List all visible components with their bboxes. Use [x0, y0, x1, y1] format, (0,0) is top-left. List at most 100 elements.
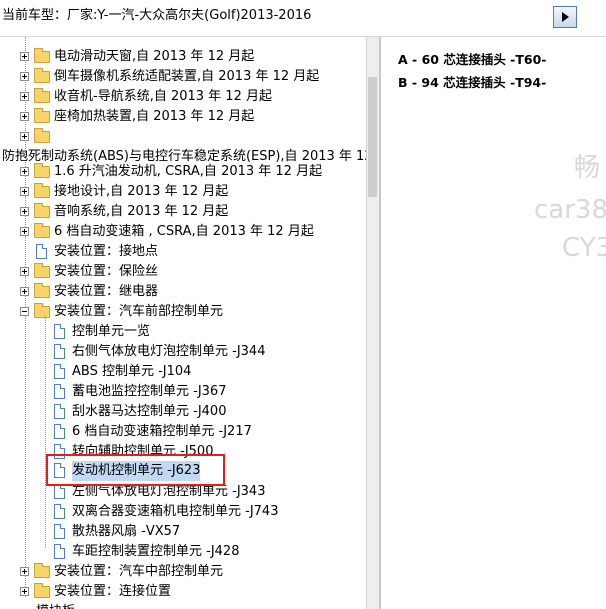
- tree-document-node[interactable]: 双离合器变速箱机电控制单元 -J743: [0, 502, 366, 522]
- expand-plus-icon[interactable]: [20, 227, 29, 236]
- expand-plus-icon[interactable]: [20, 587, 29, 596]
- play-arrow-icon: [562, 12, 569, 22]
- tree-document-node[interactable]: 散热器风扇 -VX57: [0, 522, 366, 542]
- tree-node-label: 刮水器马达控制单元 -J400: [72, 404, 227, 419]
- tree-node-label: 安装位置：接地点: [54, 244, 159, 259]
- folder-icon: [34, 263, 50, 278]
- folder-icon: [34, 88, 50, 103]
- folder-icon: [34, 128, 50, 143]
- connector-a-label: A - 60 芯连接插头 -T60-: [398, 52, 547, 67]
- folder-icon: [34, 48, 50, 63]
- tree-folder-node[interactable]: 音响系统,自 2013 年 12 月起: [0, 202, 366, 222]
- tree-node-label: ABS 控制单元 -J104: [72, 364, 192, 379]
- tree-folder-node[interactable]: 6 档自动变速箱 , CSRA,自 2013 年 12 月起: [0, 222, 366, 242]
- navigation-tree[interactable]: 电动滑动天窗,自 2013 年 12 月起倒车摄像机系统适配装置,自 2013 …: [0, 37, 366, 609]
- tree-node-label: 散热器风扇 -VX57: [72, 524, 181, 539]
- tree-scrollbar[interactable]: [366, 37, 379, 609]
- folder-icon: [34, 108, 50, 123]
- tree-node-label: 控制单元一览: [72, 324, 151, 339]
- tree-folder-node[interactable]: 座椅加热装置,自 2013 年 12 月起: [0, 107, 366, 127]
- tree-folder-node[interactable]: [0, 127, 366, 147]
- tree-node-label: 收音机-导航系统,自 2013 年 12 月起: [54, 89, 272, 104]
- connector-b-label: B - 94 芯连接插头 -T94-: [398, 75, 547, 90]
- tree-folder-node[interactable]: 安装位置：继电器: [0, 282, 366, 302]
- tree-document-node[interactable]: 控制单元一览: [0, 322, 366, 342]
- tree-node-label: 右侧气体放电灯泡控制单元 -J344: [72, 344, 266, 359]
- document-icon: [54, 384, 65, 399]
- expand-plus-icon[interactable]: [20, 287, 29, 296]
- expand-plus-icon[interactable]: [20, 207, 29, 216]
- tree-folder-node[interactable]: 1.6 升汽油发动机, CSRA,自 2013 年 12 月起: [0, 162, 366, 182]
- tree-node-label: 安装位置：连接位置: [54, 584, 172, 599]
- tree-folder-node[interactable]: 接地设计,自 2013 年 12 月起: [0, 182, 366, 202]
- tree-document-node[interactable]: 车距控制装置控制单元 -J428: [0, 542, 366, 562]
- tree-node-label: 安装位置：汽车中部控制单元: [54, 564, 224, 579]
- tree-document-node[interactable]: 右侧气体放电灯泡控制单元 -J344: [0, 342, 366, 362]
- tree-node-label: 接地设计,自 2013 年 12 月起: [54, 184, 229, 199]
- expand-plus-icon[interactable]: [20, 72, 29, 81]
- expand-plus-icon[interactable]: [20, 267, 29, 276]
- tree-document-node[interactable]: 6 档自动变速箱控制单元 -J217: [0, 422, 366, 442]
- document-icon: [54, 324, 65, 339]
- document-icon: [54, 544, 65, 559]
- watermark-text-3: CY3: [562, 233, 606, 263]
- vehicle-info: 当前车型：厂家:Y-一汽-大众高尔夫(Golf)2013-2016: [2, 4, 311, 23]
- folder-icon: [34, 303, 50, 318]
- tree-node-label: 电动滑动天窗,自 2013 年 12 月起: [54, 49, 255, 64]
- folder-icon: [34, 283, 50, 298]
- tree-node-label: 音响系统,自 2013 年 12 月起: [54, 204, 229, 219]
- tree-node-label: 车距控制装置控制单元 -J428: [72, 544, 240, 559]
- tree-node-label: 6 档自动变速箱 , CSRA,自 2013 年 12 月起: [54, 224, 314, 239]
- tree-node-label: 1.6 升汽油发动机, CSRA,自 2013 年 12 月起: [54, 164, 323, 179]
- folder-icon: [34, 563, 50, 578]
- detail-pane: A - 60 芯连接插头 -T60- B - 94 芯连接插头 -T94- 畅 …: [382, 37, 606, 609]
- tree-node-label: 双离合器变速箱机电控制单元 -J743: [72, 504, 279, 519]
- expand-plus-icon[interactable]: [20, 92, 29, 101]
- tree-node-label: 安装位置：保险丝: [54, 264, 159, 279]
- watermark-text-1: 畅: [574, 153, 601, 183]
- document-icon: [54, 364, 65, 379]
- scrollbar-thumb[interactable]: [368, 77, 377, 197]
- document-icon: [54, 404, 65, 419]
- document-icon: [54, 524, 65, 539]
- vehicle-model-value: 厂家:Y-一汽-大众高尔夫(Golf)2013-2016: [67, 8, 312, 23]
- folder-icon: [34, 203, 50, 218]
- tree-node-label: 蓄电池监控控制单元 -J367: [72, 384, 227, 399]
- collapse-minus-icon[interactable]: [20, 307, 29, 316]
- document-icon: [36, 244, 47, 259]
- tree-folder-node[interactable]: 安装位置：连接位置: [0, 582, 366, 602]
- tree-folder-node[interactable]: 安装位置：保险丝: [0, 262, 366, 282]
- folder-icon: [34, 183, 50, 198]
- document-icon: [54, 424, 65, 439]
- tree-node-label: 座椅加热装置,自 2013 年 12 月起: [54, 109, 255, 124]
- tree-folder-node[interactable]: 安装位置：汽车前部控制单元: [0, 302, 366, 322]
- tree-node-label: 倒车摄像机系统适配装置,自 2013 年 12 月起: [54, 69, 320, 84]
- tree-document-node[interactable]: 刮水器马达控制单元 -J400: [0, 402, 366, 422]
- expand-plus-icon[interactable]: [20, 187, 29, 196]
- document-icon: [54, 484, 65, 499]
- expand-plus-icon[interactable]: [20, 567, 29, 576]
- expand-plus-icon[interactable]: [20, 112, 29, 121]
- tree-document-node[interactable]: ABS 控制单元 -J104: [0, 362, 366, 382]
- folder-icon: [34, 583, 50, 598]
- expand-plus-icon[interactable]: [20, 52, 29, 61]
- tree-folder-node[interactable]: 倒车摄像机系统适配装置,自 2013 年 12 月起: [0, 67, 366, 87]
- tree-text-node[interactable]: 模块板: [0, 602, 366, 609]
- tree-node-label: 安装位置：汽车前部控制单元: [54, 304, 224, 319]
- tree-folder-node[interactable]: 电动滑动天窗,自 2013 年 12 月起: [0, 47, 366, 67]
- highlight-annotation-box: [46, 454, 225, 486]
- expand-plus-icon[interactable]: [20, 132, 29, 141]
- document-icon: [54, 504, 65, 519]
- vehicle-label: 当前车型：: [2, 8, 68, 23]
- tree-folder-node[interactable]: 安装位置：汽车中部控制单元: [0, 562, 366, 582]
- forward-button[interactable]: [553, 6, 577, 28]
- tree-folder-node[interactable]: 收音机-导航系统,自 2013 年 12 月起: [0, 87, 366, 107]
- pane-splitter[interactable]: [379, 37, 381, 609]
- folder-icon: [34, 68, 50, 83]
- vehicle-info-bar: 当前车型：厂家:Y-一汽-大众高尔夫(Golf)2013-2016: [0, 0, 606, 37]
- tree-document-node[interactable]: 安装位置：接地点: [0, 242, 366, 262]
- expand-plus-icon[interactable]: [20, 167, 29, 176]
- tree-node-label: 模块板: [36, 602, 75, 609]
- folder-icon: [34, 163, 50, 178]
- tree-document-node[interactable]: 蓄电池监控控制单元 -J367: [0, 382, 366, 402]
